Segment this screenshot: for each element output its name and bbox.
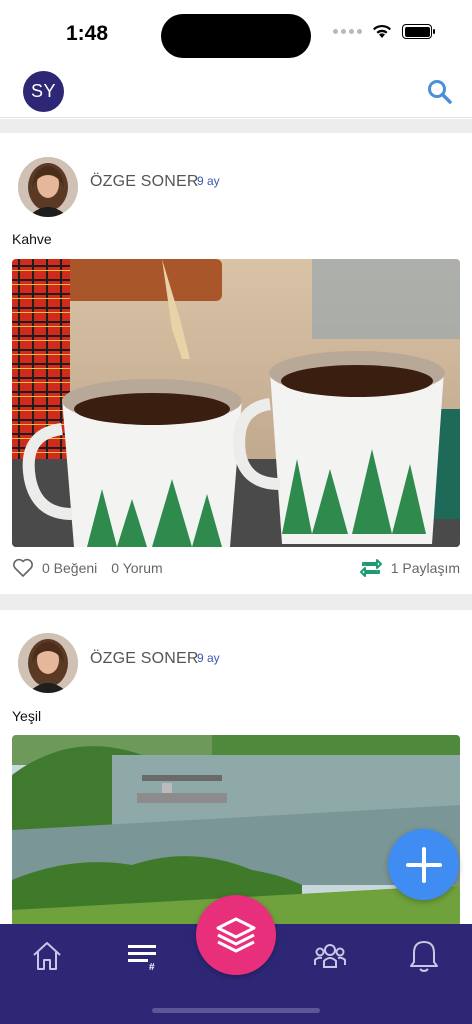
heart-icon[interactable]: [12, 558, 34, 578]
status-time: 1:48: [66, 22, 109, 45]
post-text: Yeşil: [12, 708, 42, 724]
status-bar: 1:48: [0, 0, 472, 66]
post-image[interactable]: [12, 259, 460, 547]
profile-avatar[interactable]: SY: [23, 71, 64, 112]
search-icon[interactable]: [426, 78, 454, 106]
post-author[interactable]: ÖZGE SONER: [90, 650, 199, 668]
comment-count[interactable]: 0 Yorum: [111, 560, 162, 576]
feed-divider: [0, 594, 472, 610]
groups-icon: [314, 944, 346, 968]
status-icons: [333, 24, 435, 39]
nav-notifications[interactable]: [404, 936, 444, 976]
post-text: Kahve: [12, 231, 52, 247]
author-avatar[interactable]: [18, 157, 78, 217]
share-count[interactable]: 1 Paylaşım: [391, 560, 460, 576]
feed-list-icon: #: [128, 945, 156, 973]
add-post-button[interactable]: [388, 829, 459, 900]
like-count[interactable]: 0 Beğeni: [42, 560, 97, 576]
home-icon: [33, 942, 61, 970]
home-indicator: [152, 1008, 320, 1013]
post-time: 9 ay: [197, 651, 220, 665]
plus-icon: [405, 846, 442, 883]
signal-icon: [333, 29, 362, 34]
nav-feed[interactable]: #: [122, 936, 162, 976]
feed-divider: [0, 119, 472, 133]
create-layers-button[interactable]: [196, 895, 276, 975]
dynamic-island: [161, 14, 311, 58]
post-actions: 0 Beğeni 0 Yorum 1 Paylaşım: [12, 555, 460, 581]
post-author[interactable]: ÖZGE SONER: [90, 173, 199, 191]
layers-icon: [216, 917, 256, 953]
post-time: 9 ay: [197, 174, 220, 188]
nav-home[interactable]: [27, 936, 67, 976]
svg-text:#: #: [149, 962, 155, 973]
author-avatar[interactable]: [18, 633, 78, 693]
repost-icon[interactable]: [359, 558, 383, 578]
bell-icon: [410, 941, 438, 972]
nav-groups[interactable]: [310, 936, 350, 976]
wifi-icon: [373, 24, 391, 38]
app-header: SY: [0, 66, 472, 118]
post-card: ÖZGE SONER 9 ay Kahve 0 Beğeni 0 Yorum 1…: [0, 133, 472, 594]
battery-icon: [402, 24, 435, 39]
